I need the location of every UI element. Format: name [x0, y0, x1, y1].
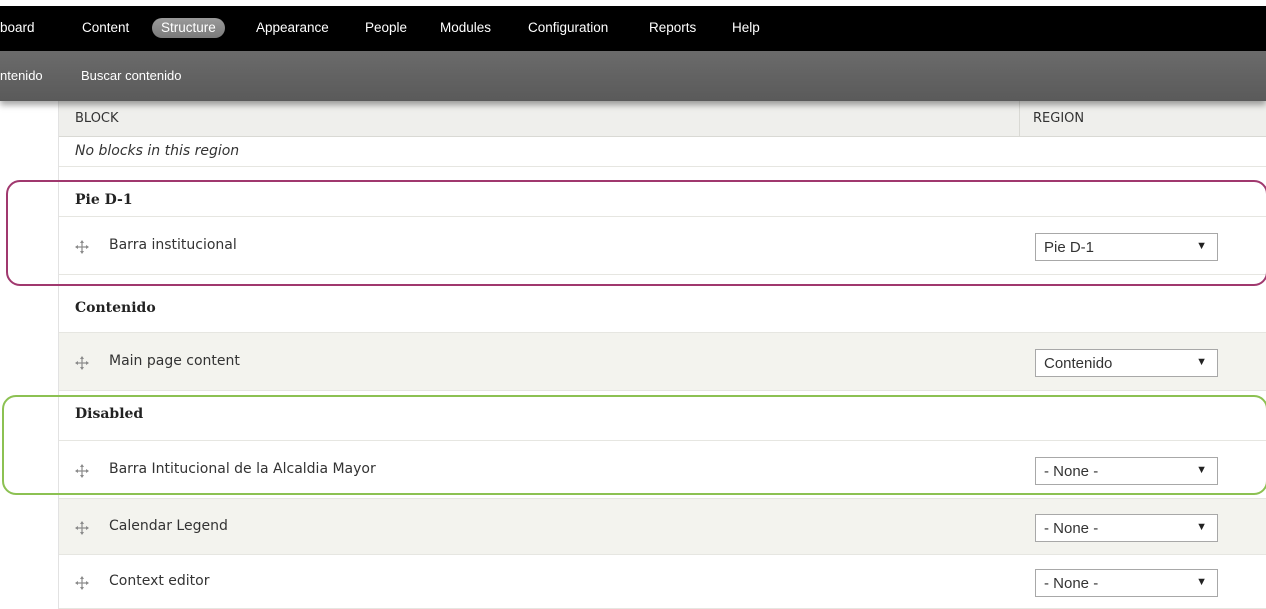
block-label: Calendar Legend [109, 518, 228, 534]
shortcut-bar: ntenido Buscar contenido [0, 51, 1266, 101]
menu-item-people[interactable]: People [365, 18, 407, 38]
region-select-value: - None - [1044, 575, 1099, 592]
triangle-down-icon: ▼ [1196, 356, 1207, 368]
menu-item-help[interactable]: Help [732, 18, 760, 38]
block-label: Barra institucional [109, 237, 237, 253]
region-select-value: - None - [1044, 463, 1099, 480]
region-title-row: Pie D-1 [59, 167, 1266, 217]
region-title-disabled: Disabled [75, 406, 144, 422]
triangle-down-icon: ▼ [1196, 576, 1207, 588]
region-select[interactable]: Contenido ▼ [1035, 349, 1218, 377]
region-select-value: Pie D-1 [1044, 239, 1095, 256]
drag-handle-icon[interactable] [75, 575, 89, 590]
menu-item-structure[interactable]: Structure [152, 18, 225, 38]
triangle-down-icon: ▼ [1196, 521, 1207, 533]
column-divider [1019, 101, 1020, 137]
admin-toolbar: board Content Structure Appearance Peopl… [0, 0, 1266, 51]
region-title-contenido: Contenido [75, 300, 156, 316]
table-row: Calendar Legend - None - ▼ [59, 499, 1266, 555]
region-select[interactable]: - None - ▼ [1035, 514, 1218, 542]
region-title-row: Contenido [59, 275, 1266, 333]
empty-region-message: No blocks in this region [75, 143, 240, 159]
table-row: Barra institucional Pie D-1 ▼ [59, 217, 1266, 275]
menu-item-content[interactable]: Content [82, 18, 129, 38]
region-select-value: Contenido [1044, 355, 1113, 372]
table-row: Main page content Contenido ▼ [59, 333, 1266, 391]
drag-handle-icon[interactable] [75, 520, 89, 535]
region-select[interactable]: - None - ▼ [1035, 569, 1218, 597]
empty-region-row: No blocks in this region [59, 137, 1266, 167]
region-select-value: - None - [1044, 520, 1099, 537]
drag-handle-icon[interactable] [75, 355, 89, 370]
drag-handle-icon[interactable] [75, 463, 89, 478]
shortcut-find-content[interactable]: Buscar contenido [81, 67, 181, 85]
table-row: Barra Intitucional de la Alcaldia Mayor … [59, 441, 1266, 499]
menu-item-configuration[interactable]: Configuration [528, 18, 608, 38]
block-label: Barra Intitucional de la Alcaldia Mayor [109, 461, 376, 477]
table-row: Context editor - None - ▼ [59, 555, 1266, 609]
region-select[interactable]: Pie D-1 ▼ [1035, 233, 1218, 261]
column-header-block: BLOCK [75, 111, 119, 126]
block-label: Context editor [109, 573, 210, 589]
column-header-region: REGION [1033, 111, 1085, 126]
menu-item-appearance[interactable]: Appearance [256, 18, 329, 38]
region-select[interactable]: - None - ▼ [1035, 457, 1218, 485]
region-title-row: Disabled [59, 391, 1266, 441]
triangle-down-icon: ▼ [1196, 464, 1207, 476]
region-title-pie-d1: Pie D-1 [75, 192, 133, 208]
triangle-down-icon: ▼ [1196, 240, 1207, 252]
menu-item-reports[interactable]: Reports [649, 18, 696, 38]
table-header: BLOCK REGION [59, 101, 1266, 137]
block-label: Main page content [109, 353, 240, 369]
drag-handle-icon[interactable] [75, 239, 89, 254]
shortcut-add-content[interactable]: ntenido [0, 67, 43, 85]
block-table: BLOCK REGION No blocks in this region Pi… [58, 101, 1266, 609]
menu-item-dashboard[interactable]: board [0, 18, 35, 38]
menu-item-modules[interactable]: Modules [440, 18, 491, 38]
